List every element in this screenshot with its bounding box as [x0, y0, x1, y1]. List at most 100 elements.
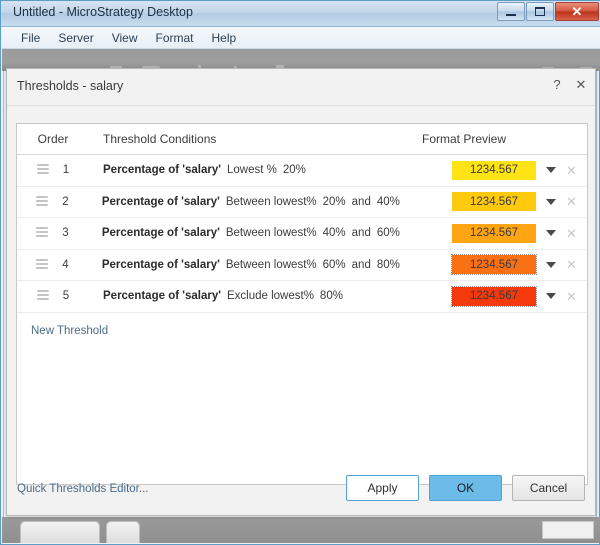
background-status-box — [542, 521, 594, 539]
condition-value-2: 60% — [376, 227, 400, 240]
row-preview-cell: 1234.567 ✕ — [400, 192, 587, 212]
condition-value: 40% — [322, 227, 346, 240]
background-tab[interactable] — [106, 521, 140, 543]
drag-handle-icon[interactable] — [36, 290, 49, 302]
dialog-footer: Quick Thresholds Editor... Apply OK Canc… — [7, 463, 595, 515]
row-order-cell: 5 — [17, 290, 89, 302]
apply-button[interactable]: Apply — [346, 475, 419, 501]
row-order-number: 2 — [62, 195, 69, 208]
row-order-number: 5 — [62, 290, 70, 303]
condition-value-2: 40% — [376, 195, 400, 208]
column-header-order: Order — [37, 132, 69, 146]
row-order-cell: 4 — [17, 258, 88, 271]
drag-handle-icon[interactable] — [36, 164, 49, 176]
chevron-down-icon[interactable] — [546, 293, 556, 300]
quick-thresholds-editor-link[interactable]: Quick Thresholds Editor... — [17, 483, 148, 495]
minimize-button[interactable] — [497, 2, 525, 21]
condition-conjunction: and — [351, 258, 371, 271]
row-preview-cell: 1234.567 ✕ — [397, 160, 587, 180]
minimize-icon — [506, 13, 516, 16]
condition-value: 20% — [282, 164, 306, 177]
row-preview-cell: 1234.567 ✕ — [397, 285, 587, 307]
condition-operator: Between lowest% — [225, 195, 317, 208]
row-condition-cell[interactable]: Percentage of 'salary' Between lowest% 20%… — [88, 196, 400, 208]
delete-row-icon[interactable]: ✕ — [566, 195, 577, 208]
drag-handle-icon[interactable] — [36, 258, 49, 271]
condition-operator: Lowest % — [226, 164, 277, 177]
menu-bar: File Server View Format Help — [2, 27, 600, 49]
close-button[interactable]: ✕ — [555, 2, 599, 21]
row-order-number: 4 — [62, 258, 69, 271]
table-row[interactable]: 5 Percentage of 'salary' Exclude lowest% 8… — [17, 281, 587, 313]
row-condition-cell[interactable]: Percentage of 'salary' Exclude lowest% 80% — [89, 290, 397, 302]
menu-item-help[interactable]: Help — [203, 29, 246, 47]
row-order-number: 1 — [62, 164, 70, 177]
chevron-down-icon[interactable] — [546, 167, 556, 174]
maximize-button[interactable] — [526, 2, 554, 21]
background-tab[interactable] — [20, 521, 100, 543]
row-order-cell: 1 — [17, 164, 89, 176]
help-icon[interactable]: ? — [551, 78, 563, 91]
row-condition-cell[interactable]: Percentage of 'salary' Lowest % 20% — [89, 164, 397, 176]
drag-handle-icon[interactable] — [36, 195, 49, 208]
table-row[interactable]: 3 Percentage of 'salary' Between lowest% 4… — [17, 218, 587, 250]
chevron-down-icon[interactable] — [546, 230, 556, 237]
condition-value-2: 80% — [376, 258, 400, 271]
condition-conjunction: and — [351, 195, 371, 208]
new-threshold-link[interactable]: New Threshold — [31, 325, 587, 337]
table-row[interactable]: 2 Percentage of 'salary' Between lowest% 2… — [17, 187, 587, 218]
dialog-header: Thresholds - salary ? ✕ — [7, 69, 595, 106]
row-condition-cell[interactable]: Percentage of 'salary' Between lowest% 60%… — [88, 259, 400, 271]
table-row[interactable]: 1 Percentage of 'salary' Lowest % 20% 1234… — [17, 155, 587, 187]
delete-row-icon[interactable]: ✕ — [566, 290, 577, 303]
chevron-down-icon[interactable] — [546, 198, 556, 205]
condition-metric: Percentage of 'salary' — [101, 195, 220, 208]
condition-metric: Percentage of 'salary' — [103, 290, 221, 303]
delete-row-icon[interactable]: ✕ — [566, 164, 577, 177]
row-order-cell: 2 — [17, 195, 88, 208]
bottom-status-strip — [2, 517, 600, 543]
menu-item-format[interactable]: Format — [146, 29, 202, 47]
format-preview-swatch[interactable]: 1234.567 — [451, 254, 537, 276]
row-order-cell: 3 — [17, 227, 88, 239]
table-header: Order Threshold Conditions Format Previe… — [17, 124, 587, 155]
thresholds-dialog: Thresholds - salary ? ✕ Order Threshold … — [6, 68, 596, 516]
delete-row-icon[interactable]: ✕ — [566, 227, 577, 240]
condition-metric: Percentage of 'salary' — [101, 258, 220, 271]
menu-item-view[interactable]: View — [103, 29, 147, 47]
footer-buttons: Apply OK Cancel — [346, 475, 585, 501]
format-preview-swatch[interactable]: 1234.567 — [452, 192, 536, 212]
drag-handle-icon[interactable] — [36, 227, 49, 239]
row-order-number: 3 — [62, 227, 69, 240]
cancel-button[interactable]: Cancel — [512, 475, 585, 501]
ok-button[interactable]: OK — [429, 475, 502, 501]
application-window: Untitled - MicroStrategy Desktop ✕ File … — [0, 0, 600, 545]
condition-value: 60% — [322, 258, 346, 271]
thresholds-panel: Order Threshold Conditions Format Previe… — [16, 123, 588, 485]
window-controls: ✕ — [497, 2, 599, 21]
dialog-header-buttons: ? ✕ — [551, 78, 587, 91]
row-condition-cell[interactable]: Percentage of 'salary' Between lowest% 40%… — [88, 227, 400, 239]
condition-value: 80% — [319, 290, 343, 303]
condition-value: 20% — [322, 195, 346, 208]
format-preview-swatch[interactable]: 1234.567 — [452, 223, 536, 243]
format-preview-swatch[interactable]: 1234.567 — [452, 160, 536, 180]
condition-operator: Between lowest% — [225, 227, 317, 240]
format-preview-swatch[interactable]: 1234.567 — [451, 285, 537, 307]
condition-metric: Percentage of 'salary' — [101, 227, 220, 240]
close-icon: ✕ — [571, 4, 583, 19]
menu-item-server[interactable]: Server — [49, 29, 102, 47]
title-bar: Untitled - MicroStrategy Desktop ✕ — [1, 1, 600, 27]
table-row[interactable]: 4 Percentage of 'salary' Between lowest% 6… — [17, 250, 587, 281]
chevron-down-icon[interactable] — [546, 261, 556, 268]
maximize-icon — [535, 7, 545, 16]
row-preview-cell: 1234.567 ✕ — [400, 223, 587, 243]
dialog-close-icon[interactable]: ✕ — [575, 78, 587, 91]
condition-operator: Between lowest% — [225, 258, 317, 271]
condition-conjunction: and — [351, 227, 371, 240]
row-preview-cell: 1234.567 ✕ — [400, 254, 587, 276]
column-header-conditions: Threshold Conditions — [103, 132, 217, 146]
window-title: Untitled - MicroStrategy Desktop — [13, 5, 193, 19]
delete-row-icon[interactable]: ✕ — [566, 258, 577, 271]
menu-item-file[interactable]: File — [12, 29, 49, 47]
